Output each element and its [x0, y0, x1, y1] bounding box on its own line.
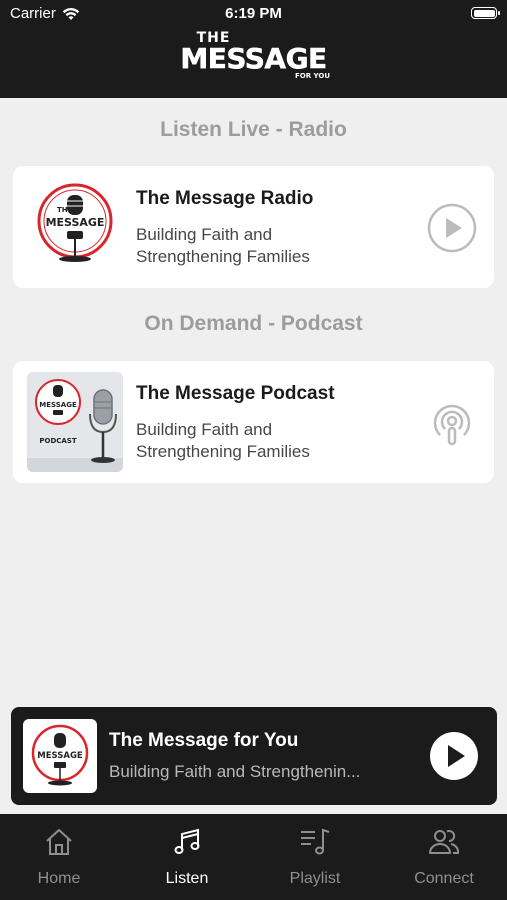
playlist-icon	[301, 828, 330, 855]
now-playing-description: Building Faith and Strengthenin...	[109, 762, 361, 781]
svg-text:MESSAGE: MESSAGE	[46, 216, 105, 229]
tab-connect-label: Connect	[414, 870, 474, 887]
svg-text:MESSAGE: MESSAGE	[39, 401, 77, 409]
app-header: Carrier 6:19 PM THE MESSAGE FOR YOU	[0, 0, 507, 98]
tab-playlist[interactable]: Playlist	[252, 814, 378, 900]
tab-home-label: Home	[37, 870, 81, 887]
status-bar: Carrier 6:19 PM	[0, 0, 507, 28]
tab-bar: Home Listen Playlist Connect	[0, 814, 507, 900]
podcast-title: The Message Podcast	[136, 383, 335, 404]
now-playing-title: The Message for You	[109, 730, 299, 751]
podcast-art-caption: PODCAST	[39, 437, 76, 445]
status-time: 6:19 PM	[225, 5, 282, 22]
app-logo: THE MESSAGE FOR YOU	[0, 30, 507, 81]
radio-description: Building Faith and Strengthening Familie…	[136, 225, 310, 266]
play-button[interactable]	[430, 732, 478, 780]
podcast-description: Building Faith and Strengthening Familie…	[136, 420, 310, 461]
svg-text:THE: THE	[57, 206, 73, 214]
radio-title: The Message Radio	[136, 188, 314, 209]
home-icon	[46, 829, 72, 855]
section-title-radio: Listen Live - Radio	[160, 118, 347, 141]
logo-line-3: FOR YOU	[294, 72, 330, 80]
section-title-podcast: On Demand - Podcast	[144, 312, 363, 335]
podcast-icon[interactable]	[426, 397, 478, 449]
tab-listen[interactable]: Listen	[124, 814, 250, 900]
tab-connect[interactable]: Connect	[381, 814, 507, 900]
music-note-icon	[174, 828, 200, 854]
now-playing-bar[interactable]: MESSAGE The Message for You Building Fai…	[11, 707, 497, 805]
tab-playlist-label: Playlist	[289, 870, 341, 887]
battery-icon	[471, 7, 500, 19]
svg-text:MESSAGE: MESSAGE	[37, 751, 83, 761]
people-icon	[429, 830, 460, 854]
radio-logo-icon: THE MESSAGE	[27, 177, 123, 277]
podcast-logo-icon: MESSAGE PODCAST	[27, 372, 123, 472]
play-icon	[448, 745, 465, 767]
tab-listen-label: Listen	[165, 870, 209, 887]
radio-card[interactable]: THE MESSAGE The Message Radio Building F…	[13, 166, 494, 288]
tab-home[interactable]: Home	[0, 814, 122, 900]
logo-line-2: MESSAGE	[180, 42, 327, 75]
play-circle-icon[interactable]	[426, 202, 478, 254]
podcast-card[interactable]: MESSAGE PODCAST The Message Podcast Buil…	[13, 361, 494, 483]
now-playing-logo-icon: MESSAGE	[23, 719, 97, 793]
